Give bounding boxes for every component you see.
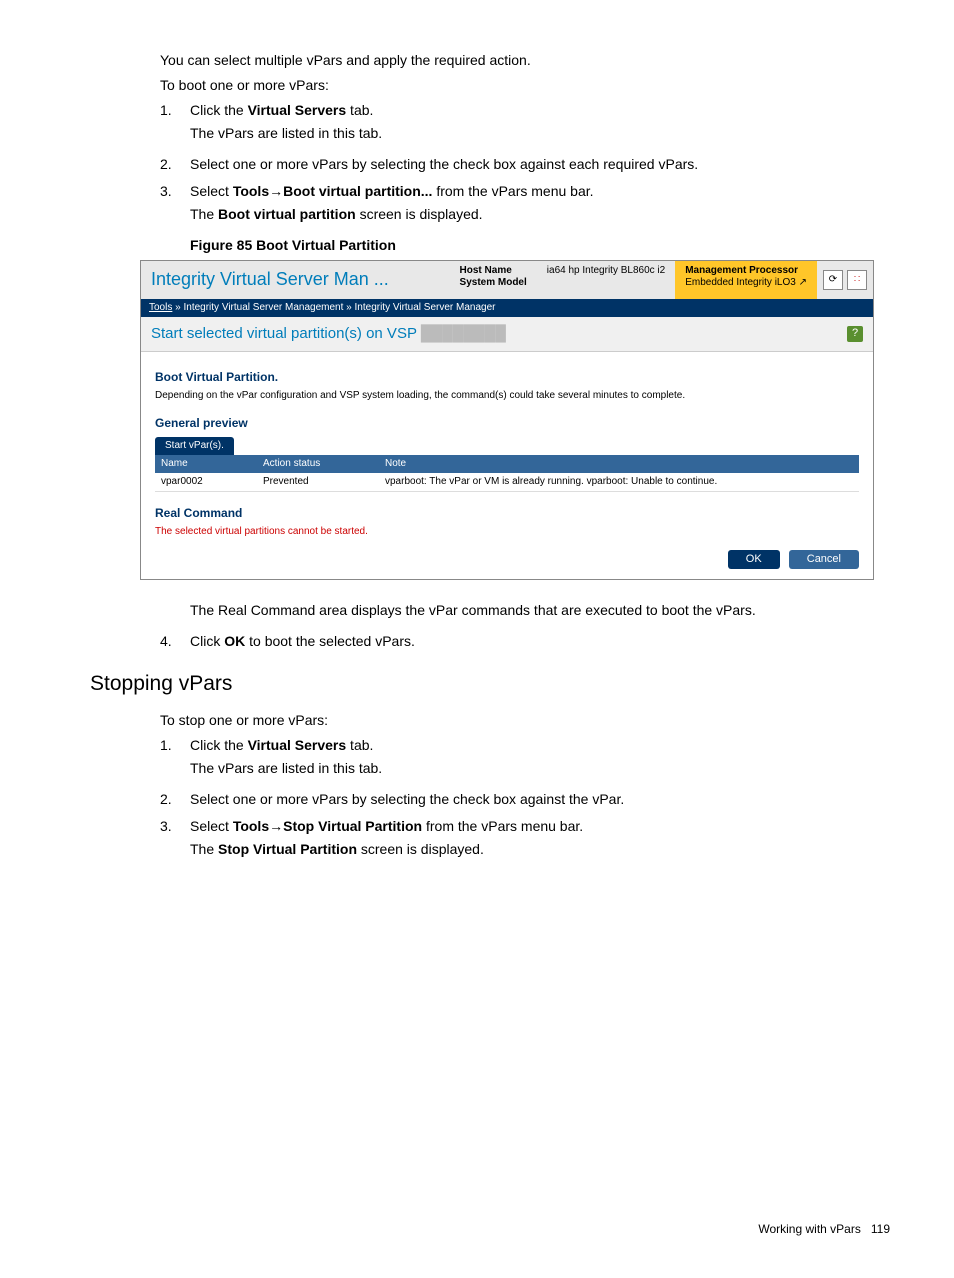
stop-1a: Click the: [190, 737, 248, 753]
ss-header-icons: ⟳ ∷: [817, 261, 873, 299]
breadcrumb-p2[interactable]: Integrity Virtual Server Manager: [355, 302, 496, 313]
row-note: vparboot: The vPar or VM is already runn…: [379, 473, 859, 492]
start-vpars-tab[interactable]: Start vPar(s).: [155, 437, 234, 455]
stop-num-1: 1.: [160, 735, 190, 756]
grid-icon[interactable]: ∷: [847, 270, 867, 290]
step-4: Click OK to boot the selected vPars.: [190, 631, 894, 652]
ss-footer: OK Cancel: [141, 544, 873, 579]
real-command-msg: The selected virtual partitions cannot b…: [155, 526, 859, 538]
refresh-icon[interactable]: ⟳: [823, 270, 843, 290]
stop-3d: from the vPars menu bar.: [422, 818, 583, 834]
step-1a: Click the: [190, 102, 248, 118]
col-note: Note: [379, 455, 859, 473]
mgmt-label: Management Processor: [685, 265, 807, 277]
intro-line1: You can select multiple vPars and apply …: [160, 50, 894, 71]
ok-button[interactable]: OK: [728, 550, 780, 569]
step-3sub-b: Boot virtual partition: [218, 206, 356, 222]
stop-3a: Select: [190, 818, 233, 834]
stopping-heading: Stopping vPars: [90, 668, 894, 700]
stop-step-1: Click the Virtual Servers tab.: [190, 735, 894, 756]
mgmt-value[interactable]: Embedded Integrity iLO3 ↗: [685, 277, 807, 289]
step-1-sub: The vPars are listed in this tab.: [190, 123, 894, 144]
cancel-button[interactable]: Cancel: [789, 550, 859, 569]
step-3c: Boot virtual partition...: [283, 183, 432, 199]
footer-page: 119: [871, 1222, 890, 1236]
section-title: Start selected virtual partition(s) on V…: [151, 325, 506, 343]
vpar-table: Name Action status Note vpar0002 Prevent…: [155, 455, 859, 492]
section-bar: Start selected virtual partition(s) on V…: [141, 317, 873, 352]
stop-3sub-a: The: [190, 841, 218, 857]
step-3sub-c: screen is displayed.: [356, 206, 483, 222]
ss-header: Integrity Virtual Server Man ... Host Na…: [141, 261, 873, 299]
stop-3b: Tools: [233, 818, 269, 834]
step-3sub-a: The: [190, 206, 218, 222]
boot-heading: Boot Virtual Partition.: [155, 370, 859, 384]
stop-3-arrow: →: [269, 818, 283, 834]
bc-sep2: »: [343, 302, 354, 313]
ss-host-info: Host Name System Model: [450, 261, 537, 299]
bc-sep1: »: [172, 302, 183, 313]
step-3a: Select: [190, 183, 233, 199]
system-model-label: System Model: [460, 277, 527, 289]
system-model-value: ia64 hp Integrity BL860c i2: [547, 265, 665, 277]
row-name: vpar0002: [155, 473, 257, 492]
general-preview-heading: General preview: [155, 416, 859, 430]
step-3b: Tools: [233, 183, 269, 199]
table-row: vpar0002 Prevented vparboot: The vPar or…: [155, 473, 859, 492]
step-1: Click the Virtual Servers tab.: [190, 100, 894, 121]
breadcrumb-tools[interactable]: Tools: [149, 302, 172, 313]
stop-num-3: 3.: [160, 816, 190, 837]
step-3-sub: The Boot virtual partition screen is dis…: [190, 204, 894, 225]
col-name: Name: [155, 455, 257, 473]
host-name-label: Host Name: [460, 265, 527, 277]
breadcrumb-p1[interactable]: Integrity Virtual Server Management: [183, 302, 343, 313]
boot-note: Depending on the vPar configuration and …: [155, 390, 859, 402]
stop-step-3: Select Tools→Stop Virtual Partition from…: [190, 816, 894, 837]
stop-1b: Virtual Servers: [248, 737, 347, 753]
step-num-2: 2.: [160, 154, 190, 175]
step-1c: tab.: [346, 102, 373, 118]
stop-3sub-b: Stop Virtual Partition: [218, 841, 357, 857]
row-status: Prevented: [257, 473, 379, 492]
step-1b: Virtual Servers: [248, 102, 347, 118]
footer-text: Working with vPars: [758, 1222, 860, 1236]
ss-host-values: ia64 hp Integrity BL860c i2: [537, 261, 675, 299]
step-3: Select Tools→Boot virtual partition... f…: [190, 181, 894, 202]
step-4b: OK: [224, 633, 245, 649]
stop-num-2: 2.: [160, 789, 190, 810]
figure-caption: Figure 85 Boot Virtual Partition: [190, 235, 894, 256]
step-3-arrow: →: [269, 183, 283, 199]
intro-line2: To boot one or more vPars:: [160, 75, 894, 96]
step-4c: to boot the selected vPars.: [245, 633, 415, 649]
help-icon[interactable]: ?: [847, 326, 863, 342]
stop-3-sub: The Stop Virtual Partition screen is dis…: [190, 839, 894, 860]
page-footer: Working with vPars 119: [60, 1220, 894, 1238]
ss-body: Boot Virtual Partition. Depending on the…: [141, 352, 873, 544]
stop-step-2: Select one or more vPars by selecting th…: [190, 789, 894, 810]
step-3d: from the vPars menu bar.: [432, 183, 593, 199]
step-num-3: 3.: [160, 181, 190, 202]
step-4a: Click: [190, 633, 224, 649]
stopping-intro: To stop one or more vPars:: [160, 710, 894, 731]
ss-title: Integrity Virtual Server Man ...: [141, 261, 450, 299]
stop-3sub-c: screen is displayed.: [357, 841, 484, 857]
screenshot: Integrity Virtual Server Man ... Host Na…: [140, 260, 874, 580]
real-command-heading: Real Command: [155, 506, 859, 520]
after-fig-line: The Real Command area displays the vPar …: [190, 600, 894, 621]
breadcrumb: Tools » Integrity Virtual Server Managem…: [141, 299, 873, 317]
stop-1c: tab.: [346, 737, 373, 753]
stop-1-sub: The vPars are listed in this tab.: [190, 758, 894, 779]
step-num-1: 1.: [160, 100, 190, 121]
step-2: Select one or more vPars by selecting th…: [190, 154, 894, 175]
ss-mgmt: Management Processor Embedded Integrity …: [675, 261, 817, 299]
stop-3c: Stop Virtual Partition: [283, 818, 422, 834]
col-status: Action status: [257, 455, 379, 473]
step-num-4: 4.: [160, 631, 190, 652]
